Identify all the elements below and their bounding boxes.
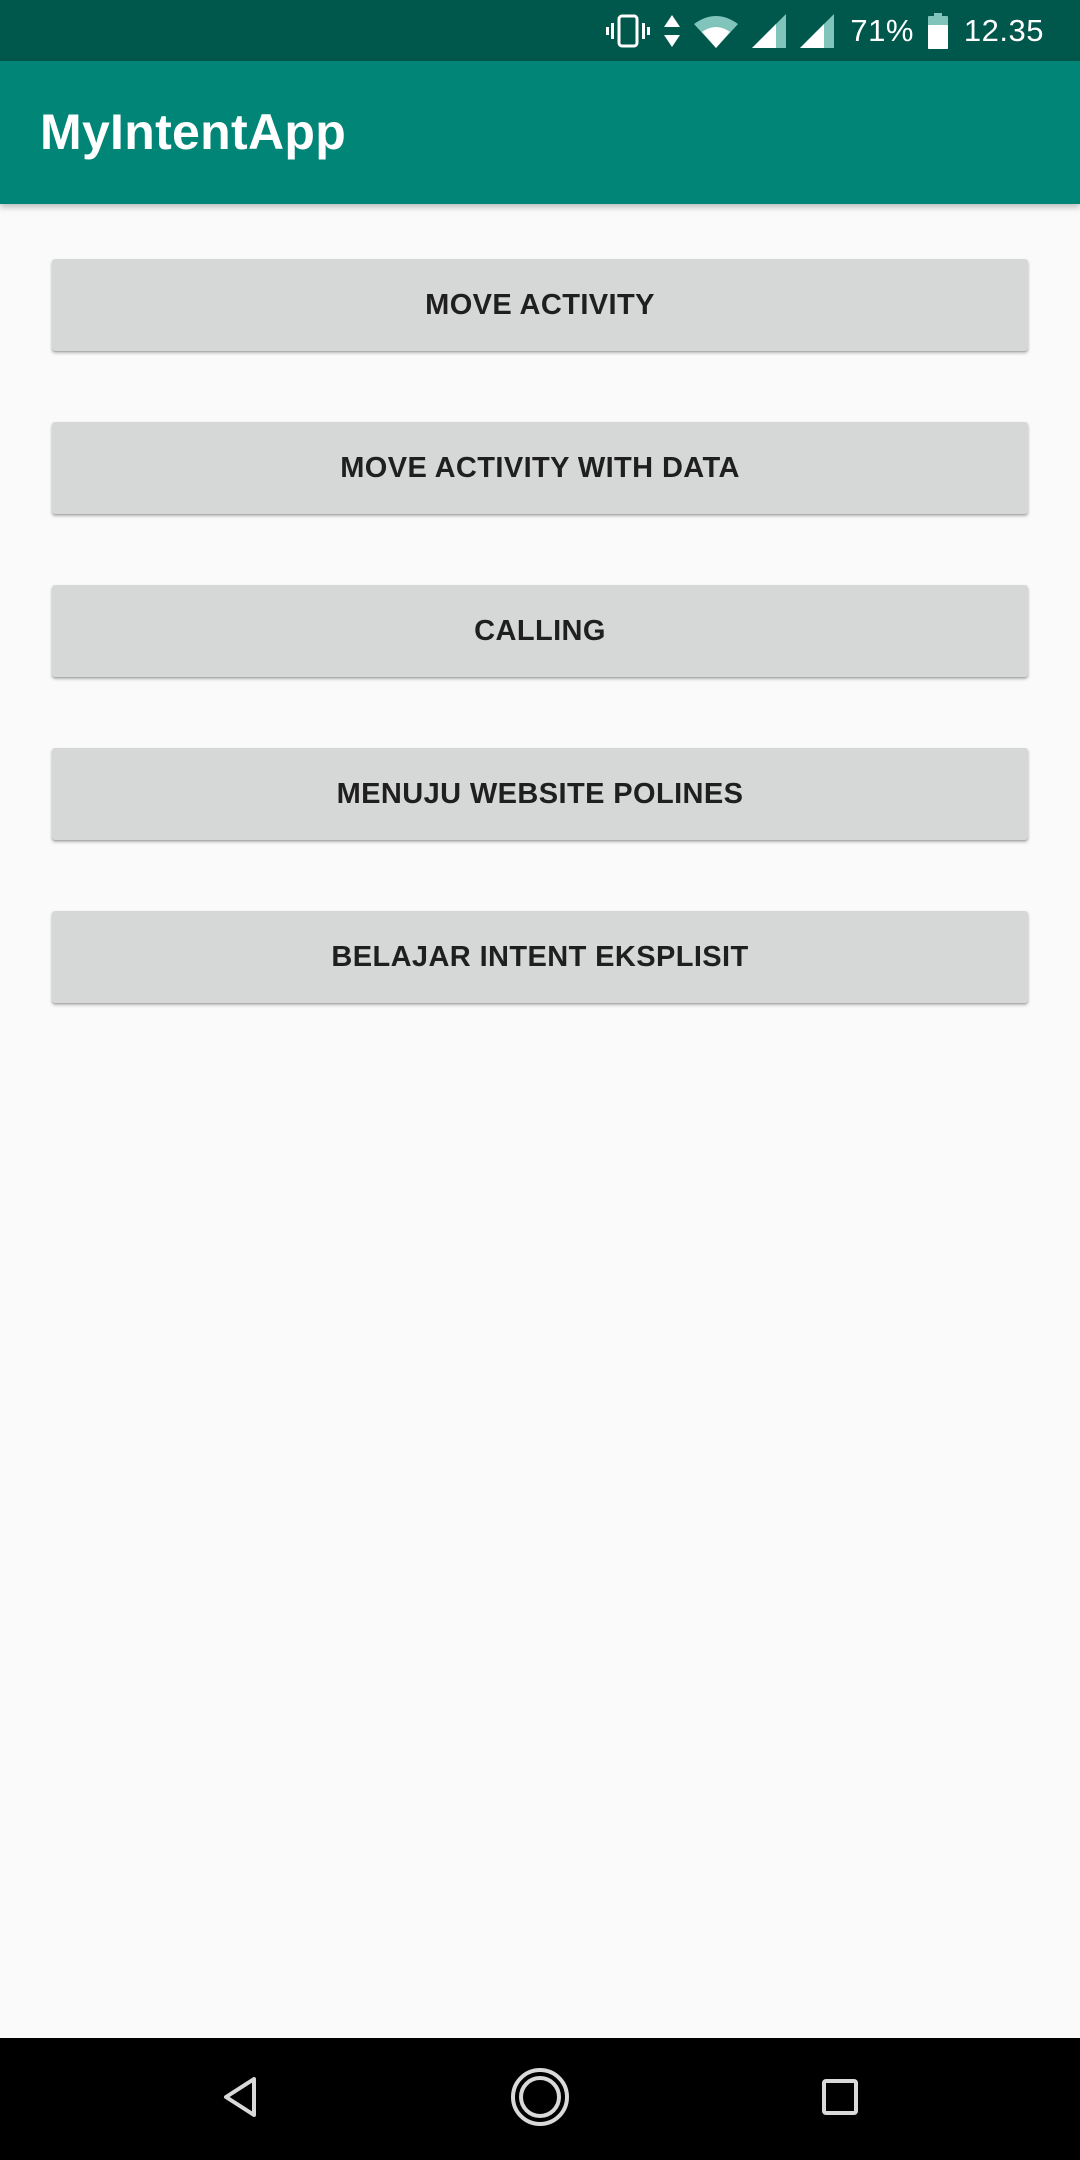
data-arrows-icon xyxy=(664,14,681,47)
home-button[interactable] xyxy=(470,2038,610,2160)
back-icon xyxy=(220,2075,260,2124)
move-activity-button[interactable]: MOVE ACTIVITY xyxy=(52,259,1028,351)
back-button[interactable] xyxy=(170,2038,310,2160)
signal-icon xyxy=(752,13,787,48)
main-content: MOVE ACTIVITY MOVE ACTIVITY WITH DATA CA… xyxy=(0,204,1080,2038)
home-icon xyxy=(509,2066,571,2133)
calling-button[interactable]: CALLING xyxy=(52,585,1028,677)
move-activity-with-data-button[interactable]: MOVE ACTIVITY WITH DATA xyxy=(52,422,1028,514)
wifi-icon xyxy=(694,14,739,48)
status-bar: 71% 12.35 xyxy=(0,0,1080,61)
navigation-bar xyxy=(0,2038,1080,2160)
battery-percent: 71% xyxy=(850,12,914,48)
app-title: MyIntentApp xyxy=(40,104,347,160)
recents-icon xyxy=(821,2078,859,2121)
signal-icon xyxy=(800,13,835,48)
status-icons: 71% 12.35 xyxy=(592,0,1044,61)
recents-button[interactable] xyxy=(770,2038,910,2160)
battery-icon xyxy=(927,12,948,49)
clock: 12.35 xyxy=(963,12,1044,48)
app-bar: MyIntentApp xyxy=(0,61,1080,204)
vibrate-icon xyxy=(606,14,651,48)
website-polines-button[interactable]: MENUJU WEBSITE POLINES xyxy=(52,748,1028,840)
app-screen: 71% 12.35 MyIntentApp MOVE ACTIVITY MOVE… xyxy=(0,0,1080,2160)
intent-eksplisit-button[interactable]: BELAJAR INTENT EKSPLISIT xyxy=(52,911,1028,1003)
